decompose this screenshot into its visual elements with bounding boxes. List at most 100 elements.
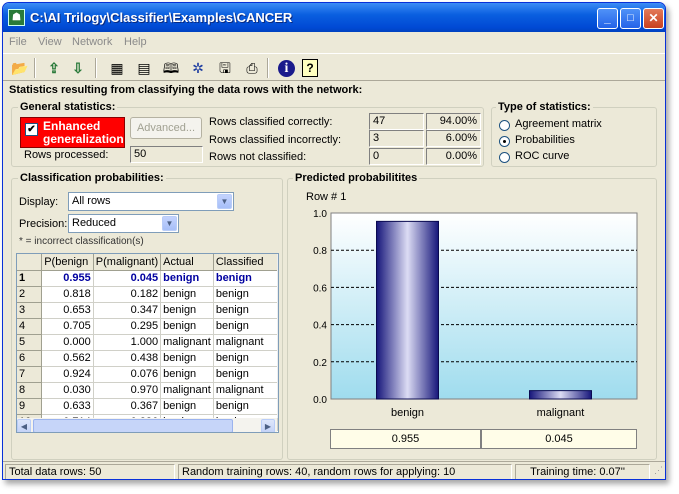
chevron-down-icon[interactable]: ▼ [162, 216, 177, 231]
rows-incorrect-count: 3 [369, 130, 424, 147]
table-row[interactable]: 1 0.955 0.045 benign benign [17, 270, 278, 287]
menu-file[interactable]: File [9, 36, 27, 48]
type-of-statistics-title: Type of statistics: [496, 101, 593, 113]
classification-probabilities-title: Classification probabilities: [18, 172, 166, 184]
row-number[interactable]: 6 [17, 350, 43, 367]
row-number[interactable]: 2 [17, 286, 43, 303]
row-number[interactable]: 4 [17, 318, 43, 335]
title-bar[interactable]: ☗ C:\AI Trilogy\Classifier\Examples\CANC… [3, 3, 665, 32]
row-number[interactable]: 1 [17, 270, 43, 287]
maximize-button[interactable]: □ [620, 8, 641, 29]
import-icon[interactable]: ⇪ [43, 57, 65, 79]
table-row[interactable]: 9 0.633 0.367 benign benign [17, 398, 278, 415]
row-number[interactable]: 3 [17, 302, 43, 319]
info-icon[interactable]: i [278, 60, 295, 77]
export-icon[interactable]: ⇩ [67, 57, 89, 79]
table-row[interactable]: 8 0.030 0.970 malignant malignant [17, 382, 278, 399]
column-header[interactable]: P(malignant) [93, 254, 162, 271]
roc-curve-label[interactable]: ROC curve [515, 150, 569, 162]
table-cell: 0.347 [93, 302, 162, 319]
horizontal-scroll-thumb[interactable] [33, 419, 233, 432]
resize-grip-icon[interactable]: ⋰ [651, 464, 665, 479]
table-row[interactable]: 5 0.000 1.000 malignant malignant [17, 334, 278, 351]
table-row[interactable]: 2 0.818 0.182 benign benign [17, 286, 278, 303]
rows-correct-label: Rows classified correctly: [209, 116, 333, 128]
row-number[interactable]: 8 [17, 382, 43, 399]
rows-incorrect-percent: 6.00% [426, 130, 481, 147]
column-header[interactable] [17, 254, 43, 271]
menu-network[interactable]: Network [72, 36, 112, 48]
window-title: C:\AI Trilogy\Classifier\Examples\CANCER [30, 10, 293, 25]
table-row[interactable]: 4 0.705 0.295 benign benign [17, 318, 278, 335]
table-cell: benign [213, 350, 278, 367]
table-row[interactable]: 3 0.653 0.347 benign benign [17, 302, 278, 319]
table-cell: benign [213, 302, 278, 319]
table-cell: benign [213, 366, 278, 383]
table-row[interactable]: 7 0.924 0.076 benign benign [17, 366, 278, 383]
enhanced-generalization-checkbox[interactable]: ✔ Enhanced generalization [20, 117, 125, 148]
y-tick-label: 1.0 [313, 209, 327, 220]
book-icon[interactable]: 🕮 [160, 57, 182, 79]
y-tick-label: 0.8 [313, 246, 327, 257]
table-cell: malignant [213, 382, 278, 399]
display-value: All rows [72, 195, 111, 207]
table-cell: 0.955 [41, 270, 94, 287]
rows-correct-percent: 94.00% [426, 113, 481, 130]
table-cell: benign [213, 270, 278, 287]
roc-curve-radio[interactable] [499, 152, 510, 163]
rows-not-classified-label: Rows not classified: [209, 151, 307, 163]
status-training-time: Training time: 0.07'' [515, 464, 650, 479]
table-cell: 0.818 [41, 286, 94, 303]
open-folder-icon[interactable]: 📂 [9, 57, 31, 79]
horizontal-scrollbar[interactable]: ◀ ▶ [17, 418, 277, 432]
display-label: Display: [19, 196, 59, 208]
general-statistics-title: General statistics: [18, 101, 118, 113]
bar-malignant [529, 390, 592, 400]
agreement-matrix-label[interactable]: Agreement matrix [515, 118, 602, 130]
probabilities-radio[interactable] [499, 136, 510, 147]
table-row[interactable]: 6 0.562 0.438 benign benign [17, 350, 278, 367]
save-icon[interactable]: 🖫 [214, 57, 236, 79]
column-header[interactable]: P(benign [41, 254, 94, 271]
column-header[interactable]: Actual [160, 254, 214, 271]
x-tick-label-benign: benign [391, 407, 424, 419]
app-icon[interactable]: ☗ [8, 9, 25, 26]
column-header[interactable]: Classified [213, 254, 278, 271]
chevron-down-icon[interactable]: ▼ [217, 194, 232, 209]
row-number[interactable]: 7 [17, 366, 43, 383]
benign-value-box: 0.955 [330, 429, 481, 449]
minimize-button[interactable]: _ [597, 8, 618, 29]
table-cell: benign [213, 398, 278, 415]
vertical-scrollbar[interactable]: ▲ ▼ [277, 254, 278, 418]
network-icon[interactable]: ✲ [187, 57, 209, 79]
menu-help[interactable]: Help [124, 36, 147, 48]
table-cell: benign [160, 350, 214, 367]
table-cell: 0.562 [41, 350, 94, 367]
row-number[interactable]: 9 [17, 398, 43, 415]
grid-icon[interactable]: ▤ [133, 57, 155, 79]
help-icon[interactable]: ? [302, 59, 318, 77]
scroll-left-icon[interactable]: ◀ [17, 419, 31, 432]
table-icon[interactable]: ▦ [106, 57, 128, 79]
table-cell: benign [160, 286, 214, 303]
agreement-matrix-radio[interactable] [499, 120, 510, 131]
menu-view[interactable]: View [38, 36, 62, 48]
print-icon[interactable]: ⎙ [241, 57, 263, 79]
display-select[interactable]: All rows ▼ [68, 192, 234, 211]
precision-label: Precision: [19, 218, 68, 230]
precision-value: Reduced [72, 217, 117, 229]
row-number-label: Row # 1 [306, 191, 347, 203]
probabilities-table[interactable]: P(benign P(malignant) Actual Classified 1 0.9… [16, 253, 279, 433]
row-number[interactable]: 5 [17, 334, 43, 351]
table-cell: 0.705 [41, 318, 94, 335]
malignant-value-box: 0.045 [481, 429, 637, 449]
table-cell: 0.000 [41, 334, 94, 351]
check-icon[interactable]: ✔ [25, 123, 38, 136]
scroll-right-icon[interactable]: ▶ [261, 419, 275, 432]
probabilities-label[interactable]: Probabilities [515, 134, 575, 146]
close-button[interactable]: ✕ [643, 8, 664, 29]
y-tick-label: 0.4 [313, 321, 327, 332]
advanced-button[interactable]: Advanced... [130, 117, 202, 139]
precision-select[interactable]: Reduced ▼ [68, 214, 179, 233]
x-tick-label-malignant: malignant [537, 407, 585, 419]
